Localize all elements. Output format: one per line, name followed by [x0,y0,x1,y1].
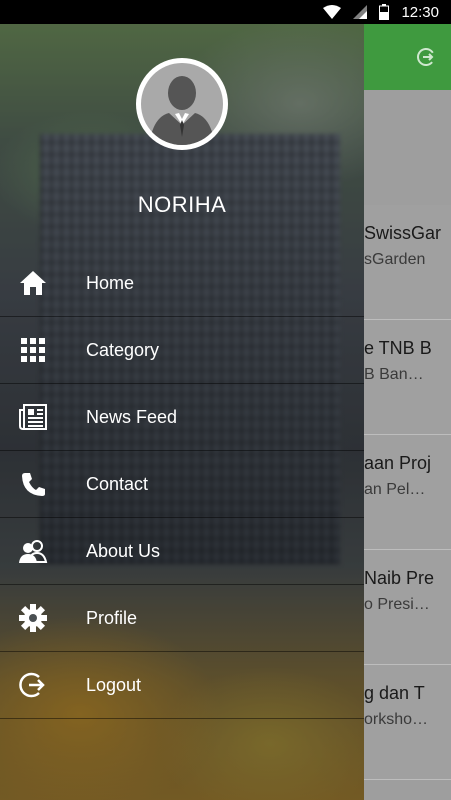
gear-icon [18,603,48,633]
list-item-subtitle: orksho… [364,711,429,728]
status-time: 12:30 [401,3,439,21]
people-icon [18,536,48,566]
logout-icon [18,670,48,700]
phone-icon [18,469,48,499]
menu-item-label: News Feed [86,406,178,427]
home-icon [18,268,48,298]
list-item-subtitle: o Presi… [364,596,430,613]
status-bar: 12:30 [0,0,451,24]
list-item-title: Naib Pre [364,568,435,588]
menu-item-category[interactable]: Category [0,317,364,384]
menu-item-label: Profile [86,607,138,628]
battery-icon [379,4,390,20]
menu-item-contact[interactable]: Contact [0,451,364,518]
menu-item-news-feed[interactable]: News Feed [0,384,364,451]
user-avatar-icon [149,76,215,145]
list-item-title: g dan T [364,683,425,703]
drawer-header: NORIHA [0,24,364,244]
menu-item-label: Home [86,272,135,293]
avatar[interactable] [136,58,228,150]
signal-icon [353,5,368,19]
user-name: NORIHA [137,192,227,217]
menu-item-profile[interactable]: Profile [0,585,364,652]
list-item-title: aan Proj [364,453,432,473]
menu-item-logout[interactable]: Logout [0,652,364,719]
menu-item-label: Contact [86,473,149,494]
list-item-subtitle: an Pel… [364,481,426,498]
list-item-subtitle: B Ban… [364,366,424,383]
grid-icon [18,335,48,365]
menu-item-home[interactable]: Home [0,250,364,317]
list-item-title: SwissGar [364,223,442,243]
navigation-drawer: NORIHA Home Category News Feed Contact A… [0,24,364,800]
list-item-title: e TNB B [364,338,432,358]
menu-item-about-us[interactable]: About Us [0,518,364,585]
menu-item-label: About Us [86,540,161,561]
list-item-subtitle: sGarden [364,251,426,268]
logout-icon[interactable] [415,46,437,68]
menu-item-label: Logout [86,674,142,695]
newspaper-icon [18,402,48,432]
wifi-icon [323,5,342,19]
menu-item-label: Category [86,339,160,360]
